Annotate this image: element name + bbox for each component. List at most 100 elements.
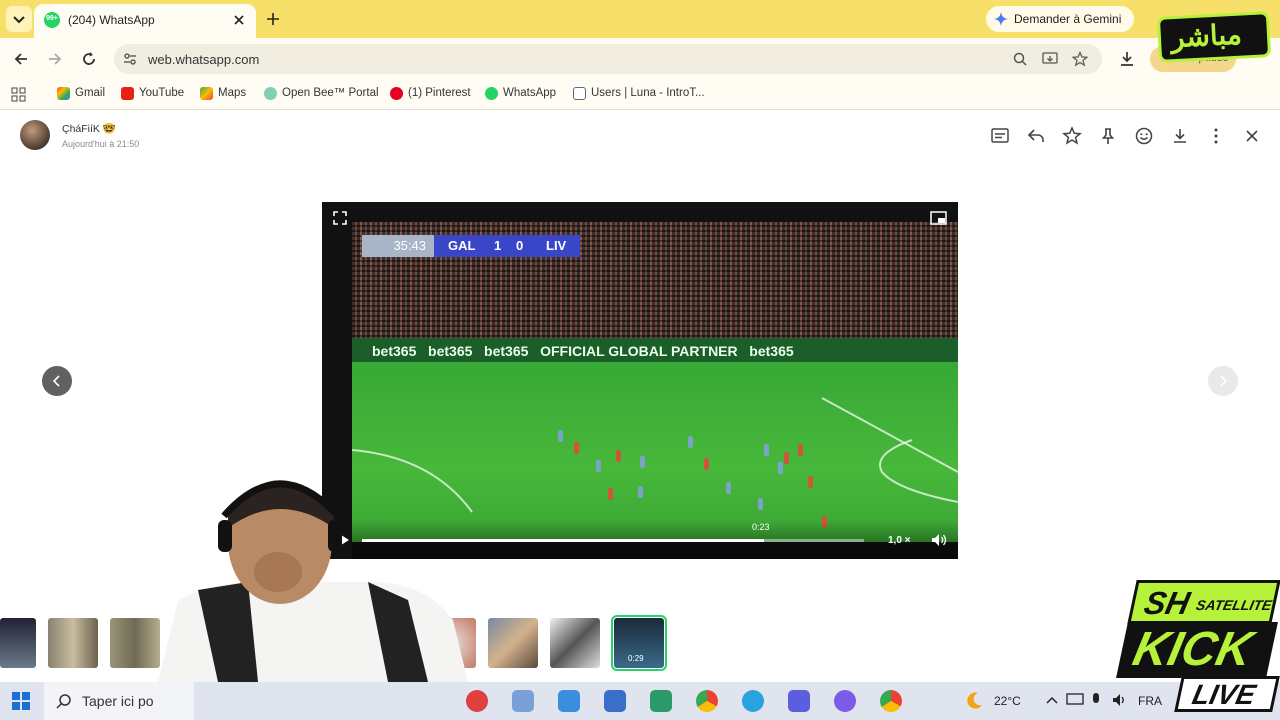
microphone-icon[interactable] [1090, 692, 1102, 708]
chrome-icon[interactable] [696, 690, 718, 712]
windows-start-icon[interactable] [12, 692, 30, 710]
away-score: 0 [516, 238, 524, 253]
windows-taskbar: Taper ici po 22°C FRA [0, 682, 1280, 720]
weather-temperature[interactable]: 22°C [994, 694, 1021, 708]
brand-satellite: SATELLITE [1194, 597, 1274, 613]
player [764, 444, 769, 456]
bookmark-gmail[interactable]: Gmail [57, 87, 105, 100]
zoom-icon[interactable] [1012, 51, 1028, 67]
volume-icon[interactable] [930, 532, 948, 548]
install-app-icon[interactable] [1042, 51, 1058, 67]
reply-icon[interactable] [1026, 126, 1046, 146]
player [638, 486, 643, 498]
file-explorer-icon[interactable] [558, 690, 580, 712]
player [596, 460, 601, 472]
player [616, 450, 621, 462]
gemini-sparkle-icon [994, 12, 1008, 26]
moon-weather-icon[interactable] [964, 691, 984, 711]
picture-in-picture-icon[interactable] [930, 210, 948, 226]
logo-top-band: SH SATELLITE [1127, 580, 1280, 624]
close-tab-icon[interactable] [232, 13, 246, 27]
close-icon[interactable] [1242, 126, 1262, 146]
bookmark-maps[interactable]: Maps [200, 87, 246, 100]
bookmark-openbee[interactable]: Open Bee™ Portal [264, 87, 379, 100]
avatar[interactable] [20, 120, 50, 150]
message-timestamp: Aujourd'hui à 21:50 [62, 139, 140, 149]
gemini-button[interactable]: Demander à Gemini [986, 6, 1134, 32]
media-thumbnail[interactable] [0, 618, 36, 668]
tab-search-button[interactable] [6, 6, 32, 32]
player [640, 456, 645, 468]
maps-icon [200, 87, 213, 100]
new-tab-icon[interactable] [264, 10, 282, 28]
pin-icon[interactable] [1098, 126, 1118, 146]
media-thumbnail[interactable] [488, 618, 538, 668]
url-text: web.whatsapp.com [148, 52, 260, 67]
messenger-icon[interactable] [834, 690, 856, 712]
next-media-button[interactable] [1208, 366, 1238, 396]
star-icon[interactable] [1062, 126, 1082, 146]
player [784, 452, 789, 464]
playback-speed[interactable]: 1,0 × [888, 535, 911, 546]
media-thumbnail-selected[interactable]: 0:29 [611, 615, 667, 671]
home-score: 1 [494, 238, 502, 253]
live-channel-badge: مباشر [1156, 11, 1272, 63]
table-icon [573, 87, 586, 100]
tab-whatsapp[interactable]: 99+ (204) WhatsApp [34, 4, 256, 38]
thumbnail-duration: 0:29 [628, 654, 644, 663]
downloads-icon[interactable] [1118, 50, 1136, 68]
bookmark-users-luna[interactable]: Users | Luna - IntroT... [573, 87, 705, 100]
reload-icon[interactable] [80, 50, 98, 68]
back-icon[interactable] [12, 50, 30, 68]
kick-live-logo: SH SATELLITE KICK LIVE [1116, 560, 1280, 720]
player [558, 430, 563, 442]
whatsapp-icon [485, 87, 498, 100]
tab-badge: 99+ [46, 15, 58, 22]
player [704, 458, 709, 470]
more-icon[interactable] [1206, 126, 1226, 146]
adboard-text: bet365 bet365 bet365 OFFICIAL GLOBAL PAR… [372, 343, 794, 359]
calculator-icon[interactable] [604, 690, 626, 712]
tab-strip: 99+ (204) WhatsApp Demander à Gemini [0, 0, 1280, 38]
player [758, 498, 763, 510]
apps-grid-icon[interactable] [11, 87, 26, 102]
bookmark-youtube[interactable]: YouTube [121, 87, 184, 100]
logo-kick-band: KICK [1116, 622, 1278, 678]
openbee-icon [264, 87, 277, 100]
media-thumbnail[interactable] [550, 618, 600, 668]
fullscreen-icon[interactable] [332, 210, 348, 226]
forward-icon[interactable] [46, 50, 64, 68]
site-settings-icon[interactable] [122, 51, 138, 67]
media-thumbnail[interactable] [110, 618, 160, 668]
taskbar-search[interactable]: Taper ici po [44, 682, 194, 720]
gemini-label: Demander à Gemini [1014, 12, 1122, 26]
tray-chevron-up-icon[interactable] [1046, 694, 1058, 706]
satellite-app-icon[interactable] [788, 690, 810, 712]
download-icon[interactable] [1170, 126, 1190, 146]
away-team: LIV [546, 238, 567, 253]
brand-live: LIVE [1189, 679, 1259, 710]
network-app-icon[interactable] [650, 690, 672, 712]
emoji-icon[interactable] [1134, 126, 1154, 146]
match-clock: 35:43 [362, 235, 434, 257]
network-icon[interactable] [1066, 693, 1084, 707]
media-thumbnail[interactable] [48, 618, 98, 668]
pinterest-icon [390, 87, 403, 100]
telegram-icon[interactable] [742, 690, 764, 712]
streamer-webcam-overlay [158, 480, 468, 682]
bookmark-pinterest[interactable]: (1) Pinterest [390, 87, 471, 100]
caption-icon[interactable] [990, 126, 1010, 146]
paint-app-icon[interactable] [512, 690, 534, 712]
chrome-active-icon[interactable] [880, 690, 902, 712]
address-bar[interactable]: web.whatsapp.com [114, 44, 1102, 74]
clock-app-icon[interactable] [466, 690, 488, 712]
score-panel: GAL 1 0 LIV [434, 235, 580, 257]
previous-media-button[interactable] [42, 366, 72, 396]
logo-live-band: LIVE [1174, 676, 1280, 712]
live-channel-label: مباشر [1170, 18, 1243, 54]
gmail-icon [57, 87, 70, 100]
search-placeholder: Taper ici po [82, 693, 154, 709]
bookmark-star-icon[interactable] [1072, 51, 1088, 67]
bookmark-whatsapp[interactable]: WhatsApp [485, 87, 556, 100]
search-icon [56, 694, 71, 709]
